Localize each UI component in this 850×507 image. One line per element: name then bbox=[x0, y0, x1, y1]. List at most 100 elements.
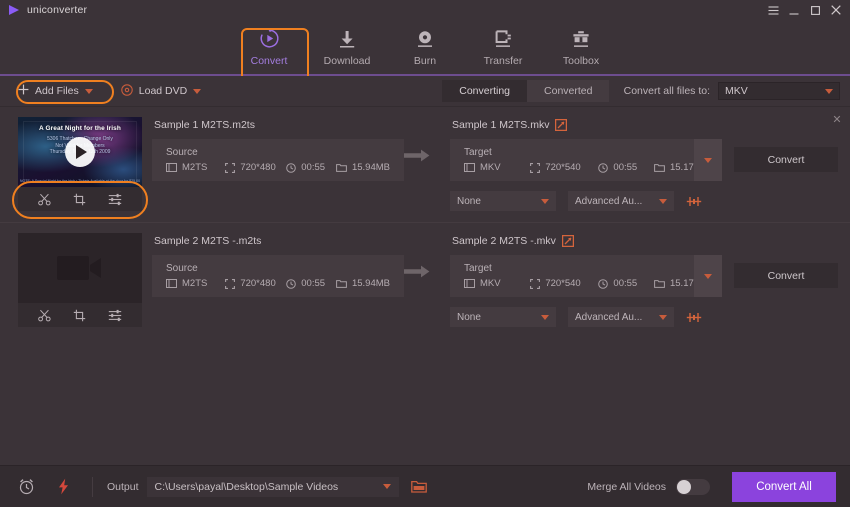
merge-videos-group: Merge All Videos bbox=[587, 478, 710, 495]
download-icon bbox=[337, 28, 357, 50]
target-duration-value: 00:55 bbox=[613, 278, 638, 289]
convert-all-button[interactable]: Convert All bbox=[732, 471, 836, 502]
source-format-value: M2TS bbox=[182, 162, 208, 173]
nav-item-toolbox[interactable]: Toolbox bbox=[542, 19, 620, 75]
audio-balance-icon[interactable] bbox=[686, 311, 702, 324]
chevron-down-icon bbox=[659, 314, 667, 320]
trim-icon[interactable] bbox=[38, 193, 51, 206]
source-size-value: 15.94MB bbox=[351, 278, 390, 289]
thumbnail-cell bbox=[18, 233, 142, 327]
audio-select-value: Advanced Au... bbox=[575, 195, 643, 207]
folder-icon bbox=[336, 279, 347, 288]
target-resolution-value: 720*540 bbox=[545, 162, 581, 173]
subtitle-select[interactable]: None bbox=[450, 191, 556, 211]
chevron-down-icon bbox=[704, 157, 712, 163]
nav-item-burn[interactable]: Burn bbox=[386, 19, 464, 75]
alarm-icon[interactable] bbox=[18, 478, 35, 495]
tab-converting[interactable]: Converting bbox=[442, 80, 528, 102]
load-dvd-label: Load DVD bbox=[138, 85, 188, 97]
source-file-name: Sample 1 M2TS.m2ts bbox=[154, 119, 255, 131]
source-format: M2TS bbox=[166, 162, 225, 173]
action-toolbar: Add Files Load DVD Converting Converted … bbox=[0, 76, 850, 107]
convert-all-format-select[interactable]: MKV bbox=[718, 82, 840, 100]
thumbnail-tools bbox=[18, 303, 142, 327]
nav-item-download[interactable]: Download bbox=[308, 19, 386, 75]
video-thumbnail[interactable] bbox=[18, 233, 142, 303]
transfer-icon bbox=[493, 28, 514, 50]
merge-all-videos-label: Merge All Videos bbox=[587, 480, 666, 493]
target-format: MKV bbox=[464, 162, 530, 173]
resolution-icon bbox=[225, 278, 236, 289]
chevron-down-icon bbox=[382, 484, 391, 489]
audio-balance-icon[interactable] bbox=[686, 195, 702, 208]
crop-icon[interactable] bbox=[73, 193, 86, 206]
format-icon bbox=[166, 163, 177, 172]
video-camera-icon bbox=[57, 254, 103, 282]
target-format-dropdown-button[interactable] bbox=[694, 139, 722, 181]
title-bar: uniconverter bbox=[0, 0, 850, 20]
target-pane: Sample 1 M2TS.mkv Target MKV 720*540 00:… bbox=[440, 117, 722, 211]
minimize-button[interactable] bbox=[788, 4, 800, 17]
edit-icon[interactable] bbox=[561, 235, 574, 247]
effect-icon[interactable] bbox=[108, 193, 122, 206]
table-row: A Great Night for the Irish 5306 Thatche… bbox=[0, 107, 850, 222]
output-path-select[interactable]: C:\Users\payal\Desktop\Sample Videos bbox=[146, 476, 399, 497]
chevron-down-icon bbox=[541, 198, 549, 204]
nav-item-convert[interactable]: Convert bbox=[230, 19, 308, 75]
thumbnail-footer: NOTE: A Special Night for the Irish • Ti… bbox=[19, 179, 141, 183]
target-format-value: MKV bbox=[480, 162, 501, 173]
target-format: MKV bbox=[464, 278, 530, 289]
convert-button[interactable]: Convert bbox=[734, 263, 838, 288]
open-folder-icon[interactable] bbox=[410, 480, 427, 493]
clock-icon bbox=[598, 278, 609, 289]
menu-button[interactable] bbox=[767, 4, 779, 17]
audio-select[interactable]: Advanced Au... bbox=[568, 307, 674, 327]
chevron-down-icon bbox=[541, 314, 549, 320]
merge-all-videos-toggle[interactable] bbox=[676, 478, 710, 495]
target-info-box: Target MKV 720*540 00:55 15.17MB bbox=[450, 139, 722, 181]
disc-icon bbox=[121, 83, 133, 99]
edit-icon[interactable] bbox=[555, 119, 568, 131]
target-meta-row: MKV 720*540 00:55 15.17MB bbox=[464, 162, 708, 173]
add-files-button[interactable]: Add Files bbox=[14, 81, 97, 101]
target-format-dropdown-button[interactable] bbox=[694, 255, 722, 297]
source-duration-value: 00:55 bbox=[301, 162, 326, 173]
target-options-row: None Advanced Au... bbox=[450, 307, 722, 327]
table-row: Sample 2 M2TS -.m2ts Source M2TS 720*480… bbox=[0, 222, 850, 337]
file-list: ✕ A Great Night for the Irish 5306 Thatc… bbox=[0, 107, 850, 465]
chevron-down-icon[interactable] bbox=[193, 88, 202, 94]
nav-label-burn: Burn bbox=[413, 54, 437, 67]
source-meta-row: M2TS 720*480 00:55 15.94MB bbox=[166, 278, 390, 289]
source-file-name: Sample 2 M2TS -.m2ts bbox=[154, 235, 262, 247]
nav-label-transfer: Transfer bbox=[483, 54, 523, 67]
effect-icon[interactable] bbox=[108, 309, 122, 322]
audio-select-value: Advanced Au... bbox=[575, 311, 643, 323]
target-file-name-row: Sample 1 M2TS.mkv bbox=[452, 119, 722, 131]
bottom-bar: Output C:\Users\payal\Desktop\Sample Vid… bbox=[0, 465, 850, 507]
format-icon bbox=[166, 279, 177, 288]
convert-button[interactable]: Convert bbox=[734, 147, 838, 172]
plus-icon bbox=[18, 84, 29, 98]
chevron-down-icon[interactable] bbox=[84, 88, 93, 94]
crop-icon[interactable] bbox=[73, 309, 86, 322]
video-thumbnail[interactable]: A Great Night for the Irish 5306 Thatche… bbox=[18, 117, 142, 187]
source-size: 15.94MB bbox=[336, 162, 390, 173]
folder-icon bbox=[336, 163, 347, 172]
maximize-button[interactable] bbox=[809, 4, 821, 17]
play-icon[interactable] bbox=[65, 137, 95, 167]
subtitle-select[interactable]: None bbox=[450, 307, 556, 327]
trim-icon[interactable] bbox=[38, 309, 51, 322]
format-icon bbox=[464, 163, 475, 172]
audio-select[interactable]: Advanced Au... bbox=[568, 191, 674, 211]
source-pane: Sample 1 M2TS.m2ts Source M2TS 720*480 0… bbox=[142, 117, 404, 181]
close-button[interactable] bbox=[830, 4, 842, 17]
bottom-divider bbox=[92, 476, 93, 497]
row-convert-cell: Convert bbox=[722, 117, 850, 172]
nav-item-transfer[interactable]: Transfer bbox=[464, 19, 542, 75]
tab-converted[interactable]: Converted bbox=[527, 80, 610, 102]
lightning-icon[interactable] bbox=[57, 478, 70, 495]
load-dvd-button[interactable]: Load DVD bbox=[117, 81, 205, 102]
target-info-box: Target MKV 720*540 00:55 15.17MB bbox=[450, 255, 722, 297]
subtitle-select-value: None bbox=[457, 311, 481, 323]
target-options-row: None Advanced Au... bbox=[450, 191, 722, 211]
